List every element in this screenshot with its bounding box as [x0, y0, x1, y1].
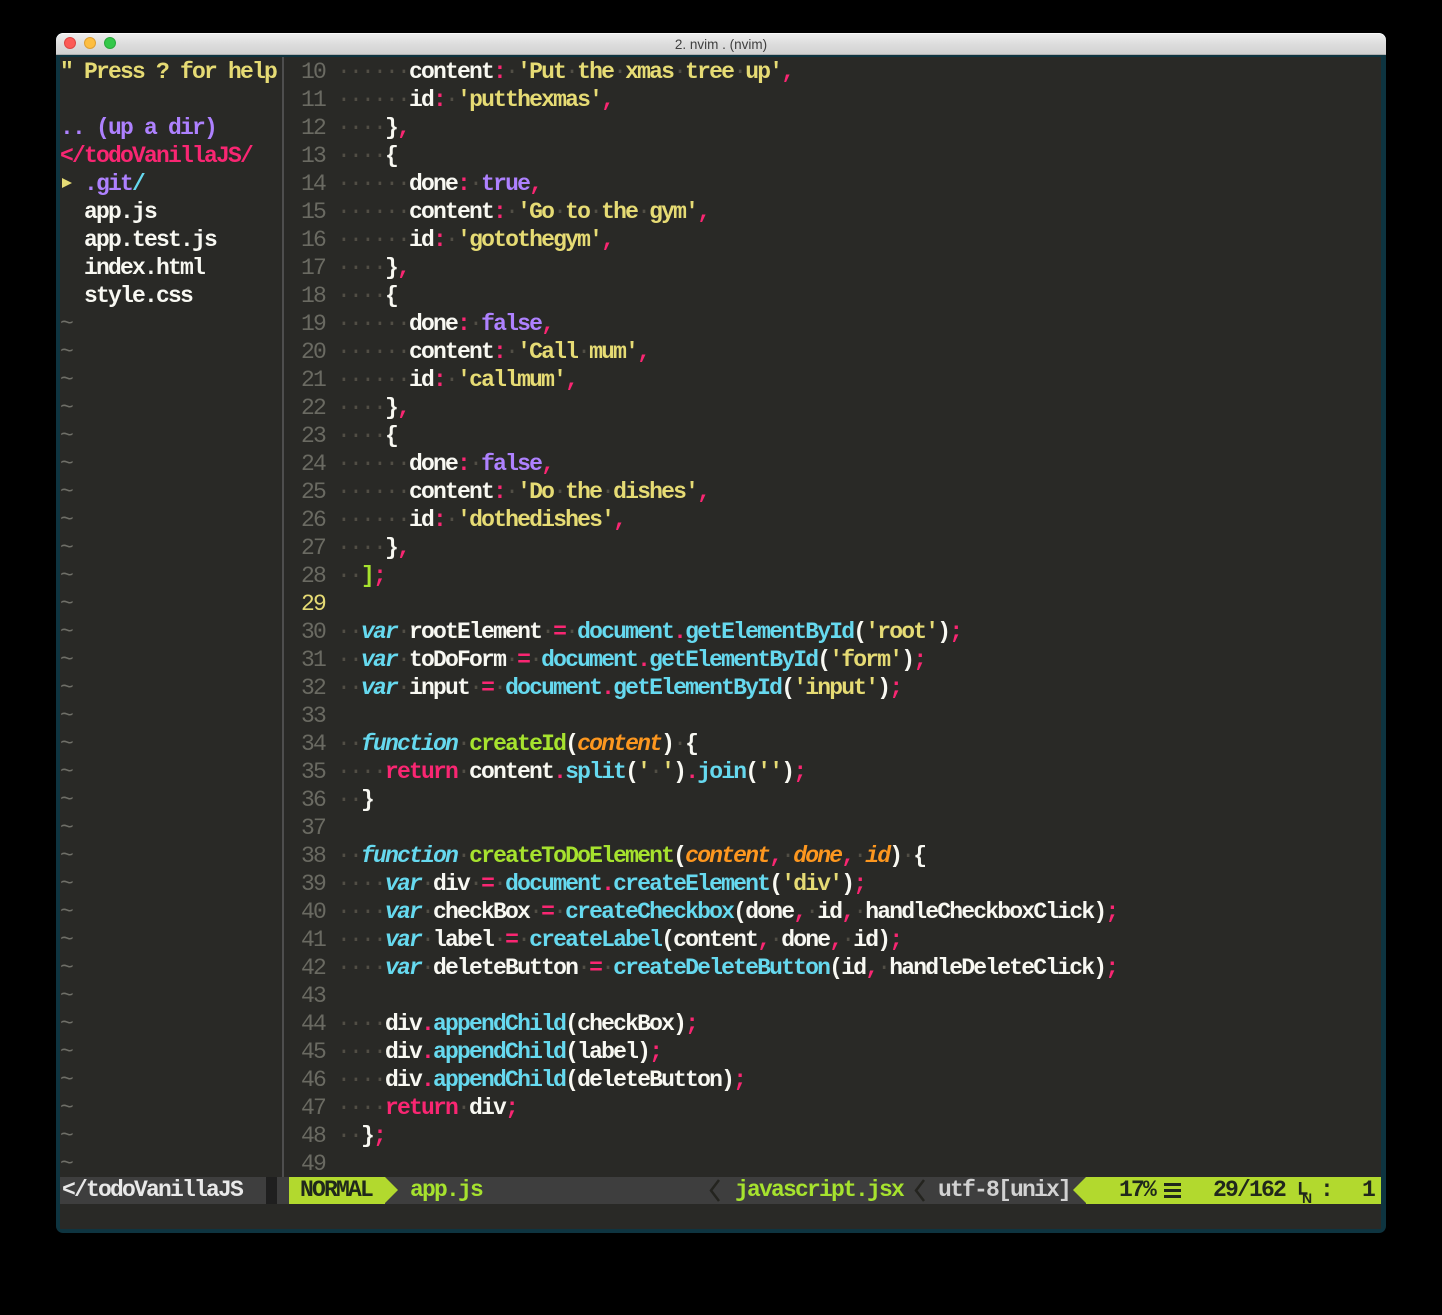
svg-text:N: N [1302, 1190, 1312, 1206]
